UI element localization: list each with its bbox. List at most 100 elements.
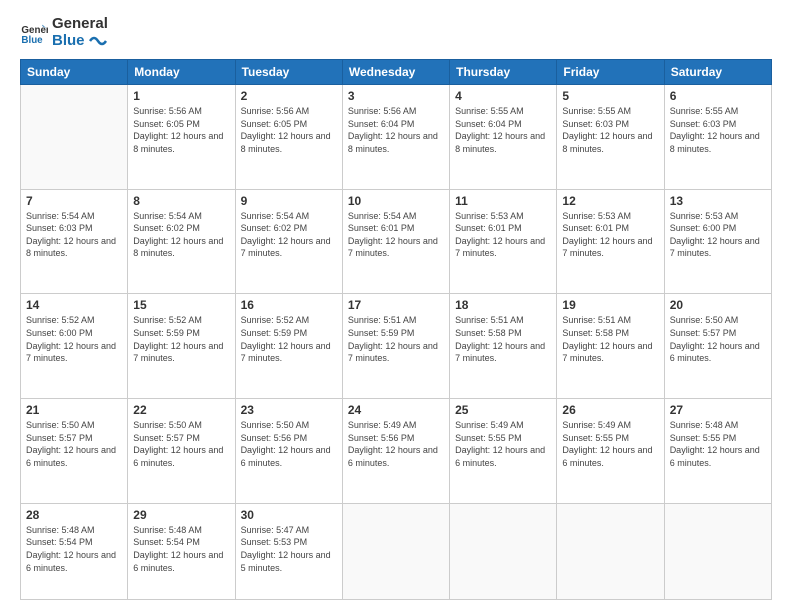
- calendar-cell: 14 Sunrise: 5:52 AMSunset: 6:00 PMDayligh…: [21, 294, 128, 399]
- logo-general: General: [52, 16, 108, 33]
- calendar-cell: 22 Sunrise: 5:50 AMSunset: 5:57 PMDayligh…: [128, 399, 235, 504]
- calendar-cell: 5 Sunrise: 5:55 AMSunset: 6:03 PMDaylight…: [557, 85, 664, 190]
- day-info: Sunrise: 5:49 AMSunset: 5:55 PMDaylight:…: [455, 419, 551, 469]
- col-sunday: Sunday: [21, 60, 128, 85]
- calendar-cell: 11 Sunrise: 5:53 AMSunset: 6:01 PMDayligh…: [450, 189, 557, 294]
- calendar-cell: 19 Sunrise: 5:51 AMSunset: 5:58 PMDayligh…: [557, 294, 664, 399]
- logo-blue: Blue: [52, 33, 108, 50]
- day-info: Sunrise: 5:50 AMSunset: 5:57 PMDaylight:…: [670, 314, 766, 364]
- day-number: 8: [133, 194, 229, 208]
- day-number: 7: [26, 194, 122, 208]
- day-info: Sunrise: 5:56 AMSunset: 6:05 PMDaylight:…: [133, 105, 229, 155]
- day-info: Sunrise: 5:55 AMSunset: 6:03 PMDaylight:…: [670, 105, 766, 155]
- day-number: 15: [133, 298, 229, 312]
- day-number: 5: [562, 89, 658, 103]
- day-info: Sunrise: 5:49 AMSunset: 5:56 PMDaylight:…: [348, 419, 444, 469]
- day-number: 13: [670, 194, 766, 208]
- day-info: Sunrise: 5:56 AMSunset: 6:04 PMDaylight:…: [348, 105, 444, 155]
- day-number: 19: [562, 298, 658, 312]
- calendar-week-row: 28 Sunrise: 5:48 AMSunset: 5:54 PMDayligh…: [21, 503, 772, 599]
- calendar-cell: 29 Sunrise: 5:48 AMSunset: 5:54 PMDayligh…: [128, 503, 235, 599]
- day-info: Sunrise: 5:50 AMSunset: 5:57 PMDaylight:…: [133, 419, 229, 469]
- calendar-cell: 21 Sunrise: 5:50 AMSunset: 5:57 PMDayligh…: [21, 399, 128, 504]
- day-info: Sunrise: 5:48 AMSunset: 5:54 PMDaylight:…: [133, 524, 229, 574]
- col-tuesday: Tuesday: [235, 60, 342, 85]
- day-number: 27: [670, 403, 766, 417]
- day-number: 16: [241, 298, 337, 312]
- calendar-table: Sunday Monday Tuesday Wednesday Thursday…: [20, 59, 772, 600]
- day-info: Sunrise: 5:51 AMSunset: 5:59 PMDaylight:…: [348, 314, 444, 364]
- day-number: 4: [455, 89, 551, 103]
- calendar-cell: 17 Sunrise: 5:51 AMSunset: 5:59 PMDayligh…: [342, 294, 449, 399]
- day-number: 24: [348, 403, 444, 417]
- calendar-cell: 30Sunrise: 5:47 AMSunset: 5:53 PMDayligh…: [235, 503, 342, 599]
- day-number: 12: [562, 194, 658, 208]
- day-number: 22: [133, 403, 229, 417]
- calendar-cell: 18 Sunrise: 5:51 AMSunset: 5:58 PMDayligh…: [450, 294, 557, 399]
- day-number: 14: [26, 298, 122, 312]
- day-number: 2: [241, 89, 337, 103]
- calendar-cell: [664, 503, 771, 599]
- day-info: Sunrise: 5:48 AMSunset: 5:55 PMDaylight:…: [670, 419, 766, 469]
- day-info: Sunrise: 5:53 AMSunset: 6:01 PMDaylight:…: [455, 210, 551, 260]
- day-info: Sunrise: 5:48 AMSunset: 5:54 PMDaylight:…: [26, 524, 122, 574]
- calendar-cell: 8Sunrise: 5:54 AMSunset: 6:02 PMDaylight…: [128, 189, 235, 294]
- calendar-cell: 23Sunrise: 5:50 AMSunset: 5:56 PMDayligh…: [235, 399, 342, 504]
- day-number: 17: [348, 298, 444, 312]
- day-number: 29: [133, 508, 229, 522]
- day-info: Sunrise: 5:50 AMSunset: 5:56 PMDaylight:…: [241, 419, 337, 469]
- day-number: 21: [26, 403, 122, 417]
- day-number: 20: [670, 298, 766, 312]
- day-info: Sunrise: 5:51 AMSunset: 5:58 PMDaylight:…: [455, 314, 551, 364]
- calendar-cell: 2Sunrise: 5:56 AMSunset: 6:05 PMDaylight…: [235, 85, 342, 190]
- day-number: 9: [241, 194, 337, 208]
- calendar-cell: 27 Sunrise: 5:48 AMSunset: 5:55 PMDayligh…: [664, 399, 771, 504]
- day-number: 10: [348, 194, 444, 208]
- logo-icon: General Blue: [20, 19, 48, 47]
- calendar-cell: 3 Sunrise: 5:56 AMSunset: 6:04 PMDaylight…: [342, 85, 449, 190]
- calendar-page: General Blue General Blue Sunday: [0, 0, 792, 612]
- logo-wave-icon: [88, 33, 108, 49]
- calendar-cell: 20 Sunrise: 5:50 AMSunset: 5:57 PMDayligh…: [664, 294, 771, 399]
- calendar-cell: 24 Sunrise: 5:49 AMSunset: 5:56 PMDayligh…: [342, 399, 449, 504]
- calendar-cell: 9Sunrise: 5:54 AMSunset: 6:02 PMDaylight…: [235, 189, 342, 294]
- calendar-header-row: Sunday Monday Tuesday Wednesday Thursday…: [21, 60, 772, 85]
- calendar-cell: [342, 503, 449, 599]
- day-number: 26: [562, 403, 658, 417]
- day-info: Sunrise: 5:55 AMSunset: 6:03 PMDaylight:…: [562, 105, 658, 155]
- day-info: Sunrise: 5:52 AMSunset: 6:00 PMDaylight:…: [26, 314, 122, 364]
- calendar-cell: 12 Sunrise: 5:53 AMSunset: 6:01 PMDayligh…: [557, 189, 664, 294]
- calendar-cell: 26Sunrise: 5:49 AMSunset: 5:55 PMDayligh…: [557, 399, 664, 504]
- day-info: Sunrise: 5:52 AMSunset: 5:59 PMDaylight:…: [133, 314, 229, 364]
- calendar-cell: 13Sunrise: 5:53 AMSunset: 6:00 PMDayligh…: [664, 189, 771, 294]
- calendar-cell: 7 Sunrise: 5:54 AMSunset: 6:03 PMDaylight…: [21, 189, 128, 294]
- calendar-cell: 1Sunrise: 5:56 AMSunset: 6:05 PMDaylight…: [128, 85, 235, 190]
- calendar-week-row: 21 Sunrise: 5:50 AMSunset: 5:57 PMDayligh…: [21, 399, 772, 504]
- calendar-week-row: 7 Sunrise: 5:54 AMSunset: 6:03 PMDaylight…: [21, 189, 772, 294]
- svg-text:Blue: Blue: [21, 34, 43, 45]
- calendar-cell: [450, 503, 557, 599]
- day-info: Sunrise: 5:54 AMSunset: 6:01 PMDaylight:…: [348, 210, 444, 260]
- col-thursday: Thursday: [450, 60, 557, 85]
- col-monday: Monday: [128, 60, 235, 85]
- day-info: Sunrise: 5:47 AMSunset: 5:53 PMDaylight:…: [241, 524, 337, 574]
- calendar-week-row: 1Sunrise: 5:56 AMSunset: 6:05 PMDaylight…: [21, 85, 772, 190]
- day-number: 18: [455, 298, 551, 312]
- calendar-cell: 4Sunrise: 5:55 AMSunset: 6:04 PMDaylight…: [450, 85, 557, 190]
- day-info: Sunrise: 5:50 AMSunset: 5:57 PMDaylight:…: [26, 419, 122, 469]
- day-info: Sunrise: 5:51 AMSunset: 5:58 PMDaylight:…: [562, 314, 658, 364]
- calendar-cell: 6 Sunrise: 5:55 AMSunset: 6:03 PMDaylight…: [664, 85, 771, 190]
- day-number: 28: [26, 508, 122, 522]
- calendar-week-row: 14 Sunrise: 5:52 AMSunset: 6:00 PMDayligh…: [21, 294, 772, 399]
- calendar-cell: 15 Sunrise: 5:52 AMSunset: 5:59 PMDayligh…: [128, 294, 235, 399]
- logo: General Blue General Blue: [20, 16, 108, 49]
- day-number: 6: [670, 89, 766, 103]
- calendar-cell: [21, 85, 128, 190]
- day-number: 11: [455, 194, 551, 208]
- calendar-cell: 16Sunrise: 5:52 AMSunset: 5:59 PMDayligh…: [235, 294, 342, 399]
- col-saturday: Saturday: [664, 60, 771, 85]
- day-info: Sunrise: 5:53 AMSunset: 6:01 PMDaylight:…: [562, 210, 658, 260]
- day-number: 3: [348, 89, 444, 103]
- day-info: Sunrise: 5:54 AMSunset: 6:03 PMDaylight:…: [26, 210, 122, 260]
- calendar-cell: 25Sunrise: 5:49 AMSunset: 5:55 PMDayligh…: [450, 399, 557, 504]
